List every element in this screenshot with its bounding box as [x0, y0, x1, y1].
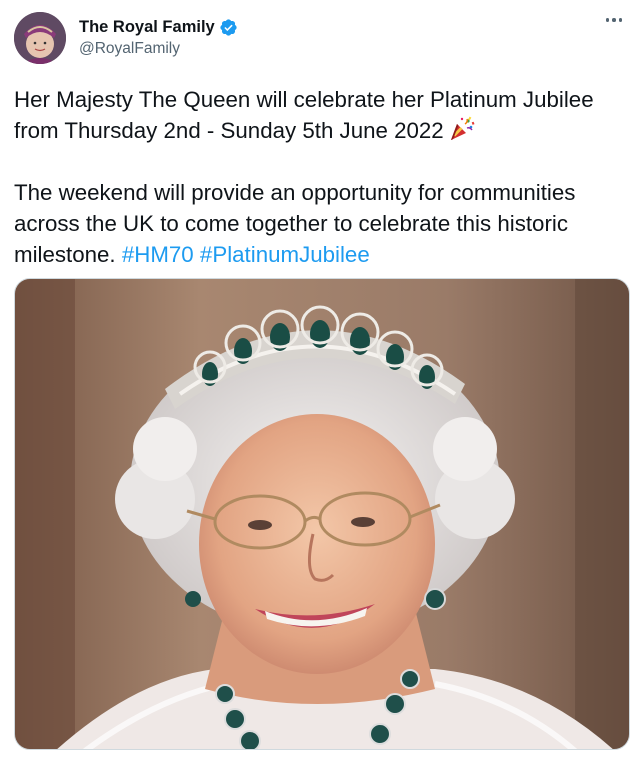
hashtag-platinum-jubilee[interactable]: #PlatinumJubilee: [200, 242, 370, 267]
display-name-row: The Royal Family: [79, 16, 238, 38]
tweet-photo[interactable]: [14, 278, 630, 750]
party-popper-icon: [447, 115, 475, 143]
avatar-image: [14, 12, 66, 64]
handle[interactable]: @RoyalFamily: [79, 40, 238, 58]
tweet-text: Her Majesty The Queen will celebrate her…: [14, 84, 634, 270]
tweet-card: The Royal Family @RoyalFamily Her Majest…: [0, 0, 641, 761]
hashtag-hm70[interactable]: #HM70: [122, 242, 194, 267]
avatar[interactable]: [14, 12, 66, 64]
tweet-paragraph-1: Her Majesty The Queen will celebrate her…: [14, 84, 634, 146]
author-block: The Royal Family @RoyalFamily: [79, 16, 238, 58]
verified-badge-icon: [219, 18, 238, 37]
queen-portrait-image: [15, 279, 629, 749]
tweet-paragraph-2: The weekend will provide an opportunity …: [14, 177, 634, 270]
display-name[interactable]: The Royal Family: [79, 18, 215, 37]
more-options-icon[interactable]: [599, 8, 629, 32]
tweet-paragraph-1-text: Her Majesty The Queen will celebrate her…: [14, 87, 594, 143]
